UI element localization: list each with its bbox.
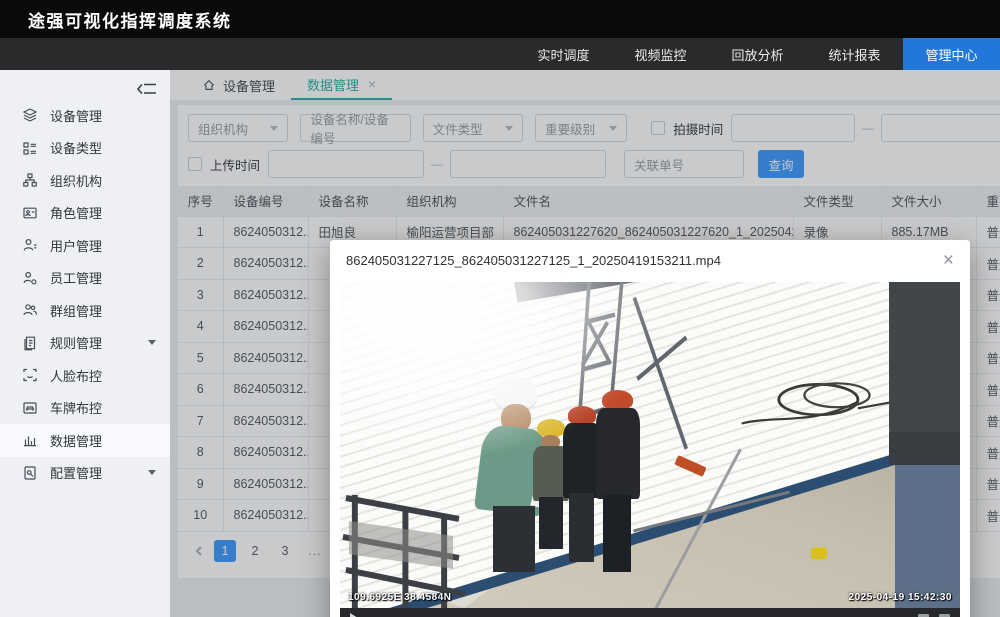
- org-tree-icon: [22, 172, 38, 188]
- modal-header: 862405031227125_862405031227125_1_202504…: [330, 240, 970, 280]
- sidebar-item-staff-manage[interactable]: 员工管理: [0, 262, 170, 295]
- app-title: 途强可视化指挥调度系统: [28, 7, 232, 32]
- nav-video-monitor[interactable]: 视频监控: [612, 38, 709, 70]
- video-frame: 109.6925E 38.4584N 2025-04-19 15:42:30: [340, 282, 960, 608]
- group-icon: [22, 302, 38, 318]
- nav-statistics-report[interactable]: 统计报表: [806, 38, 903, 70]
- main-content: 设备管理 数据管理 × 组织机构 设备名称/设备编号: [170, 70, 1000, 617]
- user-icon: [22, 237, 38, 253]
- bar-chart-icon: [22, 432, 38, 448]
- video-player: 109.6925E 38.4584N 2025-04-19 15:42:30: [340, 282, 960, 617]
- rules-doc-icon: [22, 335, 38, 351]
- nav-realtime-dispatch[interactable]: 实时调度: [515, 38, 612, 70]
- modal-title: 862405031227125_862405031227125_1_202504…: [346, 253, 721, 268]
- chevron-down-icon: [148, 470, 156, 475]
- person-right-foreground: [889, 282, 960, 608]
- sidebar-item-data-manage[interactable]: 数据管理: [0, 424, 170, 457]
- staff-gear-icon: [22, 270, 38, 286]
- plate-icon: [22, 400, 38, 416]
- nav-management-center[interactable]: 管理中心: [903, 38, 1000, 70]
- video-gps-overlay: 109.6925E 38.4584N: [348, 592, 452, 603]
- volume-icon[interactable]: [918, 614, 929, 617]
- fullscreen-icon[interactable]: [939, 614, 950, 617]
- sidebar-item-face-control[interactable]: 人脸布控: [0, 359, 170, 392]
- role-badge-icon: [22, 205, 38, 221]
- sidebar-item-rules-manage[interactable]: 规则管理: [0, 327, 170, 360]
- sidebar-item-organization[interactable]: 组织机构: [0, 164, 170, 197]
- device-type-icon: [22, 140, 38, 156]
- layers-icon: [22, 107, 38, 123]
- close-icon[interactable]: ×: [943, 251, 954, 270]
- video-datetime-overlay: 2025-04-19 15:42:30: [849, 592, 952, 603]
- sidebar-item-device-type[interactable]: 设备类型: [0, 132, 170, 165]
- sidebar-item-role-manage[interactable]: 角色管理: [0, 197, 170, 230]
- sidebar-item-user-manage[interactable]: 用户管理: [0, 229, 170, 262]
- metal-cart: [340, 465, 483, 608]
- worker-red-helmet-2: [591, 390, 647, 573]
- yellow-tape-measure: [811, 548, 827, 559]
- face-scan-icon: [22, 367, 38, 383]
- sidebar-item-group-manage[interactable]: 群组管理: [0, 294, 170, 327]
- sidebar-collapse-icon[interactable]: [137, 80, 157, 98]
- sidebar-item-device-manage[interactable]: 设备管理: [0, 99, 170, 132]
- app-header: 途强可视化指挥调度系统: [0, 0, 1000, 38]
- video-preview-modal: 862405031227125_862405031227125_1_202504…: [330, 240, 970, 617]
- app-window: 途强可视化指挥调度系统 实时调度 视频监控 回放分析 统计报表 管理中心 设备管…: [0, 0, 1000, 617]
- sidebar: 设备管理 设备类型 组织机构 角色管理 用户管理: [0, 70, 170, 617]
- chevron-down-icon: [148, 340, 156, 345]
- sidebar-item-plate-control[interactable]: 车牌布控: [0, 392, 170, 425]
- sidebar-item-config-manage[interactable]: 配置管理: [0, 457, 170, 490]
- video-controls: [340, 608, 960, 617]
- config-wrench-icon: [22, 465, 38, 481]
- nav-playback-analysis[interactable]: 回放分析: [709, 38, 806, 70]
- app-body: 设备管理 设备类型 组织机构 角色管理 用户管理: [0, 70, 1000, 617]
- play-icon[interactable]: [350, 613, 358, 617]
- top-nav: 实时调度 视频监控 回放分析 统计报表 管理中心: [0, 38, 1000, 70]
- sidebar-menu: 设备管理 设备类型 组织机构 角色管理 用户管理: [0, 99, 170, 489]
